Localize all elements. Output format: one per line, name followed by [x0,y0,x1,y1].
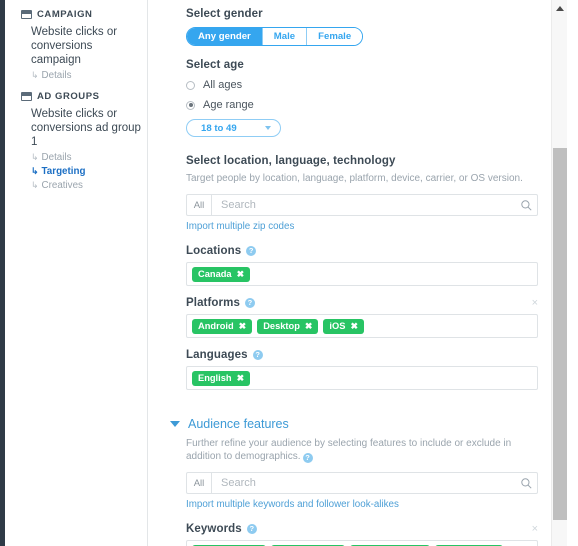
branch-icon: ↳ [31,152,39,162]
platforms-title: Platforms [186,297,240,309]
tag-english[interactable]: English ✖ [192,370,251,386]
remove-tag-icon[interactable]: ✖ [350,321,358,331]
targeting-form: Select gender Any gender Male Female Sel… [149,0,551,546]
help-icon[interactable]: ? [302,452,313,463]
help-icon[interactable]: ? [244,298,255,308]
remove-tag-icon[interactable]: ✖ [237,373,245,383]
tag-label: iOS [329,320,346,331]
sidebar-section-label: CAMPAIGN [37,9,93,20]
age-range-value: 18 to 49 [201,122,237,134]
import-keywords-link[interactable]: Import multiple keywords and follower lo… [186,499,399,510]
search-icon[interactable] [515,199,537,211]
audience-description-text: Further refine your audience by selectin… [186,438,512,462]
locations-tag-field[interactable]: Canada ✖ [186,262,538,286]
tag-label: Canada [198,268,232,279]
sidebar-section-ad-groups: AD GROUPS [5,89,147,104]
campaign-sidebar: CAMPAIGN Website clicks or conversions c… [5,0,148,546]
platforms-tag-field[interactable]: Android ✖ Desktop ✖ iOS ✖ [186,314,538,338]
keywords-group-header: Keywords ? × [186,523,538,535]
location-search-input[interactable] [212,199,515,211]
tag-ios[interactable]: iOS ✖ [323,318,364,334]
location-heading: Select location, language, technology [186,155,396,167]
scroll-up-arrow-icon[interactable] [552,0,568,17]
sidebar-item-creatives[interactable]: ↳ Creatives [5,179,147,193]
sidebar-item-label: Details [41,70,72,81]
clear-keywords-icon[interactable]: × [532,524,538,535]
gender-option-male[interactable]: Male [262,28,308,45]
gender-segmented-control[interactable]: Any gender Male Female [186,27,364,46]
gender-block: Select gender Any gender Male Female [186,8,551,46]
tag-canada[interactable]: Canada ✖ [192,266,251,282]
sidebar-item-targeting[interactable]: ↳ Targeting [5,165,147,179]
age-option-age-range[interactable]: Age range [186,99,551,111]
sidebar-item-details[interactable]: ↳ Details [5,151,147,165]
location-block: Select location, language, technology Ta… [186,155,551,390]
age-option-label: Age range [203,99,254,111]
help-icon[interactable]: ? [246,524,257,534]
audience-scope-dropdown[interactable]: All [187,473,212,493]
gender-option-any[interactable]: Any gender [187,28,263,45]
radio-icon [186,80,195,90]
help-icon[interactable]: ? [246,246,257,256]
tag-label: Desktop [263,320,300,331]
radio-selected-icon [186,100,195,110]
sidebar-item-campaign-details[interactable]: ↳ Details [5,69,147,83]
branch-icon: ↳ [31,180,39,190]
gender-option-female[interactable]: Female [307,28,363,45]
remove-tag-icon[interactable]: ✖ [237,269,245,279]
remove-tag-icon[interactable]: ✖ [305,321,313,331]
location-search-bar[interactable]: All [186,194,538,216]
languages-group-header: Languages ? [186,349,538,361]
languages-title: Languages [186,349,248,361]
sidebar-item-label: Targeting [41,166,86,177]
sidebar-adgroup-title[interactable]: Website clicks or conversions ad group 1 [5,104,147,151]
targeting-screen: CAMPAIGN Website clicks or conversions c… [0,0,578,546]
window-icon [21,92,32,101]
scrollbar-thumb[interactable] [553,148,567,520]
location-scope-dropdown[interactable]: All [187,195,212,215]
sidebar-item-label: Creatives [41,180,83,191]
age-option-all-ages[interactable]: All ages [186,79,551,91]
age-block: Select age All ages Age range 18 to 49 [186,59,551,137]
age-option-label: All ages [203,79,243,91]
sidebar-campaign-title[interactable]: Website clicks or conversions campaign [5,22,147,69]
sidebar-item-label: Details [41,152,72,163]
import-zip-codes-link[interactable]: Import multiple zip codes [186,221,294,232]
tag-android[interactable]: Android ✖ [192,318,253,334]
audience-search-bar[interactable]: All [186,472,538,494]
tag-label: English [198,372,232,383]
tag-desktop[interactable]: Desktop ✖ [257,318,319,334]
clear-platforms-icon[interactable]: × [532,298,538,309]
location-description: Target people by location, language, pla… [186,173,523,184]
age-heading: Select age [186,59,244,71]
languages-tag-field[interactable]: English ✖ [186,366,538,390]
chevron-down-icon [265,126,271,130]
remove-tag-icon[interactable]: ✖ [239,321,247,331]
audience-features-toggle[interactable]: Audience features [170,417,551,431]
window-right-edge [567,0,578,546]
sidebar-section-campaign: CAMPAIGN [5,7,147,22]
search-icon[interactable] [515,477,537,489]
audience-features-title: Audience features [188,417,289,431]
help-icon[interactable]: ? [252,350,263,360]
locations-title: Locations [186,245,242,257]
gender-heading: Select gender [186,8,263,20]
keywords-title: Keywords [186,523,242,535]
window-icon [21,10,32,19]
branch-icon: ↳ [31,70,39,80]
sidebar-section-label: AD GROUPS [37,91,100,102]
vertical-scrollbar[interactable] [551,0,567,546]
audience-features-block: Audience features Further refine your au… [170,417,551,546]
branch-icon: ↳ [31,166,39,176]
keywords-tag-field[interactable]: file sharing ✖ file hosting ✖ data hosti… [186,540,538,546]
platforms-group-header: Platforms ? × [186,297,538,309]
caret-down-icon [170,421,180,427]
audience-features-description: Further refine your audience by selectin… [186,437,526,463]
audience-search-input[interactable] [212,477,515,489]
age-range-dropdown[interactable]: 18 to 49 [186,119,281,137]
tag-label: Android [198,320,234,331]
locations-group-header: Locations ? [186,245,538,257]
